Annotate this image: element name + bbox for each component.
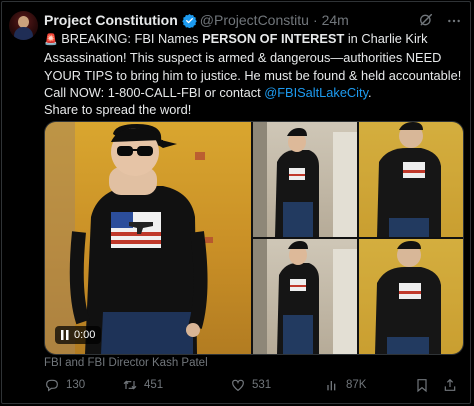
suspect-photo-thumb-4: [359, 239, 463, 354]
author-handle[interactable]: @ProjectConstitu: [200, 12, 309, 28]
avatar-body: [14, 27, 33, 40]
views-icon: [327, 381, 336, 391]
siren-icon: 🚨: [44, 34, 58, 46]
media-caption: FBI and FBI Director Kash Patel: [44, 357, 208, 369]
video-time-badge[interactable]: 0:00: [55, 326, 102, 344]
action-bar: 130 451 531 87K: [44, 377, 464, 395]
tweet-line-4-text: Call NOW: 1-800-CALL-FBI or contact: [44, 84, 265, 100]
views-count: 87K: [346, 379, 367, 391]
like-icon: [232, 379, 244, 392]
avatar[interactable]: [9, 11, 38, 40]
pause-icon[interactable]: [61, 330, 69, 340]
repost-count: 451: [144, 379, 164, 391]
tweet-text: 🚨 BREAKING: FBI Names PERSON OF INTEREST…: [44, 30, 464, 118]
video-time: 0:00: [74, 329, 96, 341]
grok-icon[interactable]: [418, 12, 434, 28]
tweet-line-5: Share to spread the word!: [44, 102, 192, 118]
suspect-photo: [45, 122, 213, 354]
more-icon[interactable]: [446, 13, 462, 29]
tweet-line-1-text: BREAKING: FBI Names: [57, 31, 203, 46]
timestamp[interactable]: 24m: [322, 12, 349, 28]
mention-link[interactable]: @FBISaltLakeCity: [264, 85, 368, 100]
separator-dot: ·: [312, 12, 318, 28]
tweet-line-4-end: .: [368, 84, 372, 100]
tweet-line-1-end: in Charlie Kirk: [344, 31, 428, 46]
like-button[interactable]: 531: [230, 377, 271, 393]
suspect-photo-thumb-3: [253, 239, 357, 354]
suspect-photo-thumb-2: [359, 122, 463, 237]
author-name[interactable]: Project Constitution: [44, 12, 178, 28]
media-thumb-2[interactable]: [359, 122, 463, 237]
tweet-line-4: Call NOW: 1-800-CALL-FBI or contact @FBI…: [44, 84, 464, 101]
tweet-line-2: Assassination! This suspect is armed & d…: [44, 50, 442, 66]
tweet-bold-phrase: PERSON OF INTEREST: [202, 31, 345, 46]
like-count: 531: [252, 379, 272, 391]
media-thumb-3[interactable]: [253, 239, 357, 354]
suspect-photo-thumb-1: [253, 122, 357, 237]
media-grid[interactable]: 0:00: [44, 121, 464, 355]
tweet-line-1: 🚨 BREAKING: FBI Names PERSON OF INTEREST…: [44, 30, 464, 49]
reply-count: 130: [66, 379, 86, 391]
share-button[interactable]: [442, 377, 458, 393]
video-player[interactable]: 0:00: [45, 122, 251, 354]
verified-badge-icon: [182, 13, 197, 28]
repost-icon: [123, 380, 137, 390]
bookmark-icon: [417, 379, 427, 393]
views-button[interactable]: 87K: [324, 377, 366, 393]
media-thumb-4[interactable]: [359, 239, 463, 354]
reply-icon: [46, 379, 58, 392]
media-thumb-1[interactable]: [253, 122, 357, 237]
tweet-header: Project Constitution @ProjectConstitu · …: [44, 11, 349, 29]
repost-button[interactable]: 451: [122, 377, 163, 393]
share-icon: [444, 378, 456, 391]
reply-button[interactable]: 130: [44, 377, 85, 393]
tweet-line-3: YOUR TIPS to bring him to justice. He mu…: [44, 67, 462, 83]
bookmark-button[interactable]: [414, 377, 430, 393]
